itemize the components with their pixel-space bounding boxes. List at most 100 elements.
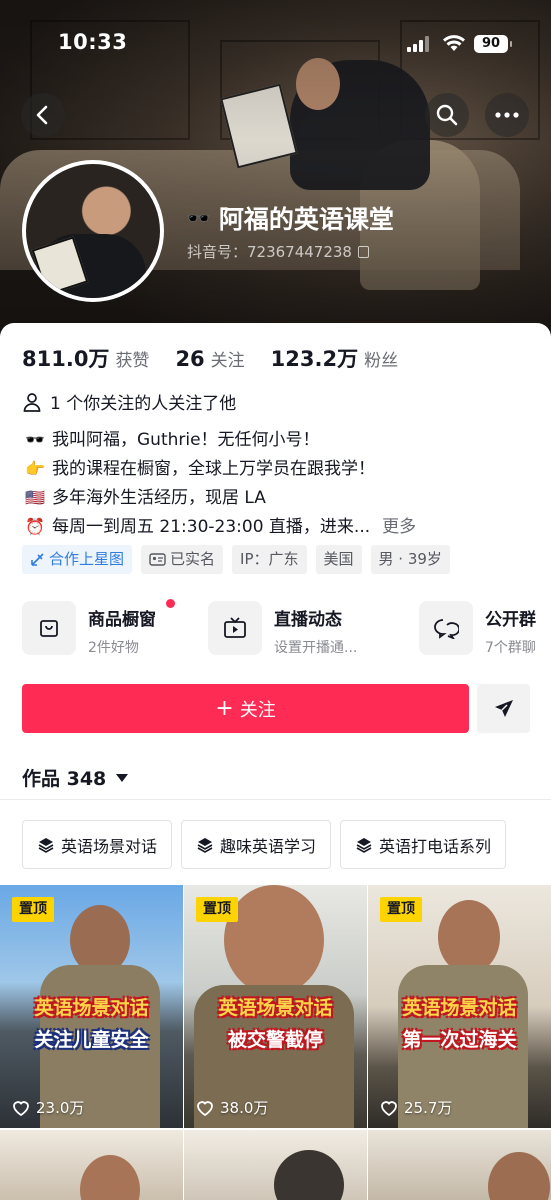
collection-chip[interactable]: 英语场景对话 <box>22 820 173 869</box>
video-tile[interactable]: 置顶 英语场景对话 关注儿童安全 23.0万 <box>0 885 183 1128</box>
heart-icon <box>381 1100 397 1116</box>
tag-star-map[interactable]: 合作上星图 <box>22 545 133 574</box>
likes-count: 38.0万 <box>220 1099 269 1117</box>
status-bar: 10:33 90 <box>0 0 551 80</box>
video-likes: 23.0万 <box>12 1097 84 1118</box>
pinned-badge: 置顶 <box>380 897 422 922</box>
send-message-button[interactable] <box>477 684 530 733</box>
status-time: 10:33 <box>58 30 128 54</box>
bio-more-link[interactable]: 更多 <box>382 512 416 542</box>
video-title-line2: 第一次过海关 <box>402 1029 517 1051</box>
shop-window-entry[interactable]: 商品橱窗 2件好物 <box>22 599 175 657</box>
caret-down-icon <box>116 773 129 782</box>
id-card-icon <box>149 553 166 566</box>
wifi-icon <box>443 35 465 51</box>
live-entry[interactable]: 直播动态 设置开播通... <box>208 601 357 657</box>
tag-label: 美国 <box>323 550 354 568</box>
douyin-id-text: 抖音号：72367447238 <box>187 243 352 261</box>
follow-button[interactable]: + 关注 <box>22 684 469 733</box>
likes-count[interactable]: 811.0万 <box>22 343 109 373</box>
chevron-left-icon <box>36 105 48 125</box>
services-row: 商品橱窗 2件好物 直播动态 设置开播通... 公开群 7个群聊 <box>22 599 551 657</box>
tag-label: 已实名 <box>170 550 216 568</box>
video-figure <box>438 900 500 974</box>
service-title: 商品橱窗 <box>88 610 156 630</box>
tag-ip: IP：广东 <box>232 545 307 574</box>
tag-label: IP：广东 <box>240 550 299 568</box>
followers-count[interactable]: 123.2万 <box>271 343 358 373</box>
notification-dot <box>166 599 175 608</box>
video-tile[interactable] <box>0 1130 183 1200</box>
pointing-hand-icon: 👉 <box>25 458 45 478</box>
video-likes: 38.0万 <box>196 1097 268 1118</box>
tag-country: 美国 <box>315 545 362 574</box>
collection-label: 趣味英语学习 <box>220 836 317 856</box>
copy-icon[interactable] <box>357 245 369 258</box>
layers-icon <box>197 837 213 853</box>
battery-icon: 90 <box>474 35 512 53</box>
sunglasses-icon: 🕶️ <box>186 206 211 230</box>
service-subtitle: 7个群聊 <box>485 640 536 656</box>
video-tile[interactable]: 置顶 英语场景对话 被交警截停 38.0万 <box>184 885 367 1128</box>
more-options-button[interactable] <box>485 93 529 137</box>
group-chat-entry[interactable]: 公开群 7个群聊 <box>419 601 536 657</box>
bio-text: 多年海外生活经历，现居 LA <box>52 487 266 508</box>
following-count[interactable]: 26 <box>175 347 204 371</box>
layers-icon <box>38 837 54 853</box>
tag-label: 合作上星图 <box>49 550 125 568</box>
bio-line: ⏰ 每周一到周五 21:30-23:00 直播，进来... 更多 <box>22 512 532 541</box>
star-map-icon <box>31 553 44 566</box>
chat-bubbles-icon <box>434 619 459 639</box>
heart-icon <box>197 1100 213 1116</box>
avatar[interactable] <box>22 160 164 302</box>
video-title-line1: 英语场景对话 <box>402 997 517 1019</box>
video-likes: 25.7万 <box>380 1097 452 1118</box>
likes-label: 获赞 <box>115 351 150 371</box>
bio: 🕶️ 我叫阿福，Guthrie！无任何小号！ 👉 我的课程在橱窗，全球上万学员在… <box>22 425 532 541</box>
collection-label: 英语场景对话 <box>61 836 158 856</box>
video-figure <box>224 885 324 995</box>
tag-verified: 已实名 <box>141 545 224 574</box>
divider <box>0 799 551 800</box>
bio-text: 我叫阿福，Guthrie！无任何小号！ <box>52 429 320 450</box>
video-tile[interactable] <box>184 1130 367 1200</box>
followers-label: 粉丝 <box>364 351 399 371</box>
collection-chip[interactable]: 英语打电话系列 <box>340 820 507 869</box>
video-title-line2: 被交警截停 <box>227 1029 323 1051</box>
douyin-id[interactable]: 抖音号：72367447238 <box>187 241 369 262</box>
video-tile[interactable] <box>368 1130 551 1200</box>
pinned-badge: 置顶 <box>12 897 54 922</box>
pinned-badge: 置顶 <box>196 897 238 922</box>
bio-line: 🇺🇸 多年海外生活经历，现居 LA <box>22 483 532 512</box>
sunglasses-icon: 🕶️ <box>25 429 45 449</box>
following-label: 关注 <box>210 351 245 371</box>
alarm-clock-icon: ⏰ <box>25 516 45 536</box>
mutual-follow-row[interactable]: 1 个你关注的人关注了他 <box>22 389 236 414</box>
bio-line: 👉 我的课程在橱窗，全球上万学员在跟我学！ <box>22 454 532 483</box>
us-flag-icon: 🇺🇸 <box>25 487 45 507</box>
profile-name-row: 🕶️ 阿福的英语课堂 <box>186 200 394 236</box>
profile-name: 阿福的英语课堂 <box>218 205 394 234</box>
tab-works[interactable]: 作品 348 <box>22 764 129 791</box>
plus-icon: + <box>215 696 234 721</box>
video-tile[interactable]: 置顶 英语场景对话 第一次过海关 25.7万 <box>368 885 551 1128</box>
service-subtitle: 设置开播通... <box>274 640 358 656</box>
back-button[interactable] <box>21 93 65 137</box>
shopping-bag-icon <box>40 620 58 637</box>
likes-count: 25.7万 <box>404 1099 453 1117</box>
tag-label: 男 · 39岁 <box>378 550 442 568</box>
mutual-follow-text: 1 个你关注的人关注了他 <box>50 394 237 414</box>
likes-count: 23.0万 <box>36 1099 85 1117</box>
live-icon-box <box>208 601 262 655</box>
service-title: 直播动态 <box>274 610 342 630</box>
works-tab-label: 作品 348 <box>22 768 107 790</box>
video-title-line1: 英语场景对话 <box>34 997 149 1019</box>
collections-row: 英语场景对话 趣味英语学习 英语打电话系列 <box>22 820 515 869</box>
profile-tags: 合作上星图 已实名 IP：广东 美国 男 · 39岁 <box>22 545 459 574</box>
search-button[interactable] <box>425 93 469 137</box>
cellular-signal-icon <box>407 36 431 52</box>
collection-chip[interactable]: 趣味英语学习 <box>181 820 332 869</box>
bio-text: 每周一到周五 21:30-23:00 直播，进来... <box>52 516 371 537</box>
paper-plane-icon <box>494 699 513 717</box>
tv-icon <box>224 617 246 638</box>
